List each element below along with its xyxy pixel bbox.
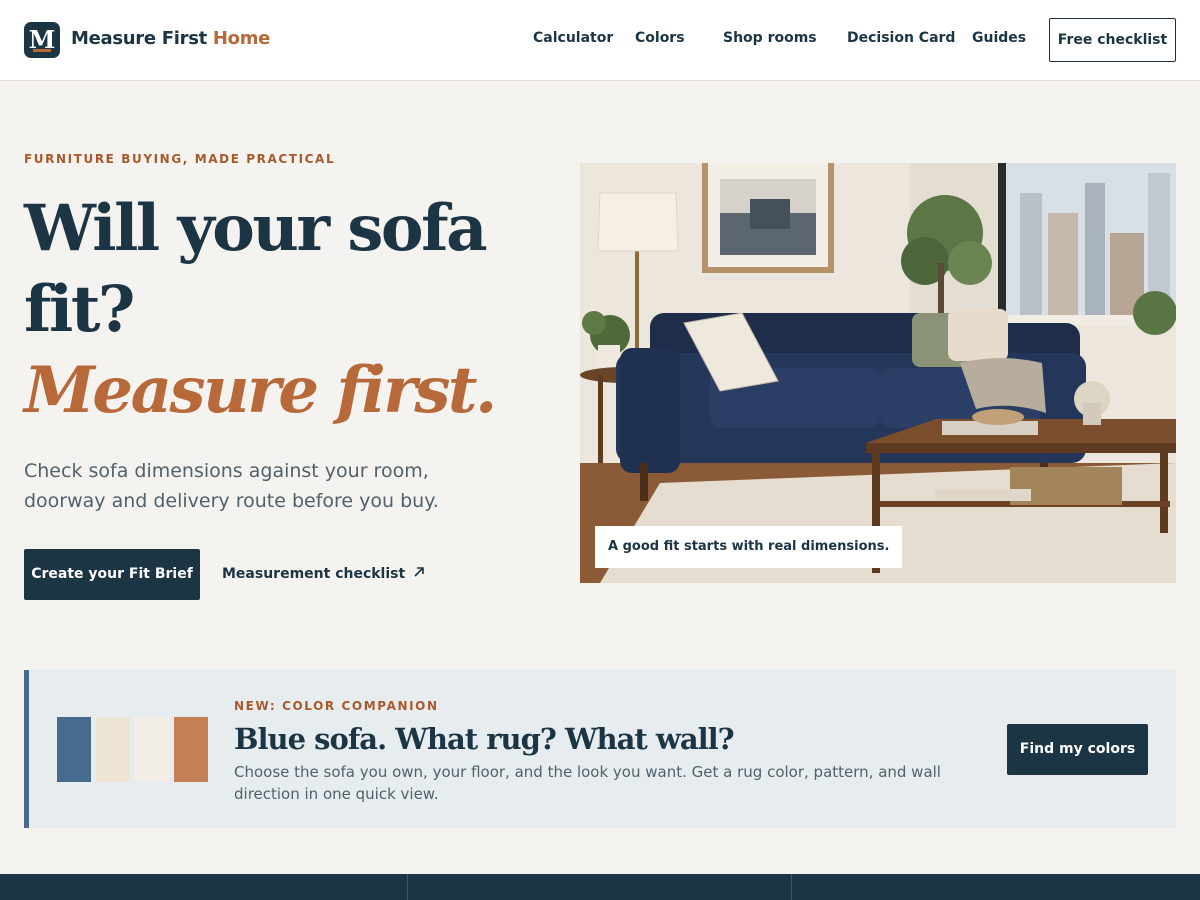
hero-living-room-image: A good fit starts with real dimensions.	[580, 163, 1176, 583]
color-swatch-terracotta	[174, 717, 208, 782]
banner-title: Blue sofa. What rug? What wall?	[234, 722, 735, 756]
hero-title-line-2: fit?	[24, 272, 135, 347]
hero-title: Will your sofa fit? Measure first.	[24, 188, 497, 431]
hero-title-accent: Measure first.	[24, 353, 497, 428]
color-swatch-ivory	[135, 717, 169, 782]
nav-colors[interactable]: Colors	[635, 30, 685, 46]
logo-icon[interactable]: M	[24, 22, 60, 58]
banner-description: Choose the sofa you own, your floor, and…	[234, 763, 941, 803]
color-swatch-blue	[57, 717, 91, 782]
create-fit-brief-button[interactable]: Create your Fit Brief	[24, 549, 200, 600]
brand-name[interactable]: Measure First Home	[71, 28, 270, 49]
nav-decision-card[interactable]: Decision Card	[847, 30, 955, 46]
strip-divider	[407, 874, 408, 900]
hero-image-caption: A good fit starts with real dimensions.	[595, 526, 903, 568]
measurement-checklist-link[interactable]: Measurement checklist	[222, 566, 425, 582]
hero-eyebrow: FURNITURE BUYING, MADE PRACTICAL	[24, 152, 336, 166]
free-checklist-button[interactable]: Free checklist	[1049, 18, 1176, 62]
nav-guides[interactable]: Guides	[972, 30, 1026, 46]
nav-shop-rooms[interactable]: Shop rooms	[723, 30, 817, 46]
stats-strip	[0, 874, 1200, 900]
hero-title-line-1: Will your sofa	[24, 191, 488, 266]
nav-calculator[interactable]: Calculator	[533, 30, 613, 46]
color-swatch-cream	[96, 717, 130, 782]
logo-underline	[33, 49, 51, 52]
color-companion-banner: NEW: COLOR COMPANION Blue sofa. What rug…	[24, 670, 1176, 828]
strip-divider	[791, 874, 792, 900]
site-header: M Measure First Home Calculator Colors S…	[0, 0, 1200, 81]
arrow-up-right-icon	[414, 567, 424, 577]
brand-name-accent: Home	[212, 28, 271, 49]
hero-description: Check sofa dimensions against your room,…	[24, 460, 439, 512]
measurement-checklist-label: Measurement checklist	[222, 566, 406, 582]
find-my-colors-button[interactable]: Find my colors	[1007, 724, 1148, 775]
brand-name-primary: Measure First	[71, 28, 207, 49]
banner-eyebrow: NEW: COLOR COMPANION	[234, 699, 439, 713]
living-room-illustration	[580, 163, 1176, 583]
